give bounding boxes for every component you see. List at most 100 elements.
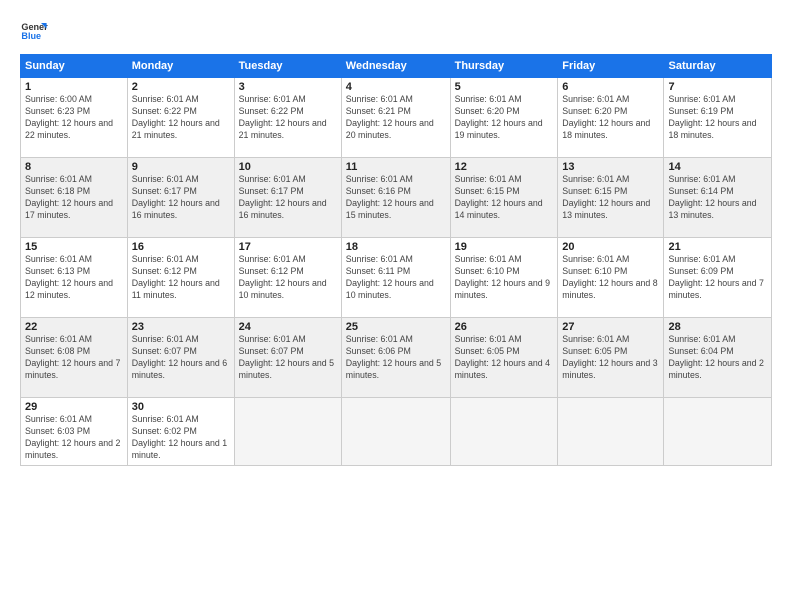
calendar-cell bbox=[341, 398, 450, 466]
day-number: 16 bbox=[132, 241, 230, 253]
calendar-week-row: 8Sunrise: 6:01 AMSunset: 6:18 PMDaylight… bbox=[21, 158, 772, 238]
day-info: Sunrise: 6:01 AMSunset: 6:11 PMDaylight:… bbox=[346, 254, 446, 302]
day-number: 5 bbox=[455, 81, 554, 93]
day-info: Sunrise: 6:01 AMSunset: 6:19 PMDaylight:… bbox=[668, 94, 767, 142]
day-number: 22 bbox=[25, 321, 123, 333]
day-info: Sunrise: 6:01 AMSunset: 6:17 PMDaylight:… bbox=[239, 174, 337, 222]
day-info: Sunrise: 6:01 AMSunset: 6:04 PMDaylight:… bbox=[668, 334, 767, 382]
day-info: Sunrise: 6:01 AMSunset: 6:21 PMDaylight:… bbox=[346, 94, 446, 142]
logo-icon: General Blue bbox=[20, 16, 48, 44]
day-number: 9 bbox=[132, 161, 230, 173]
calendar-cell: 30Sunrise: 6:01 AMSunset: 6:02 PMDayligh… bbox=[127, 398, 234, 466]
col-header-monday: Monday bbox=[127, 55, 234, 78]
day-number: 8 bbox=[25, 161, 123, 173]
calendar-cell: 26Sunrise: 6:01 AMSunset: 6:05 PMDayligh… bbox=[450, 318, 558, 398]
calendar-week-row: 15Sunrise: 6:01 AMSunset: 6:13 PMDayligh… bbox=[21, 238, 772, 318]
calendar-cell: 18Sunrise: 6:01 AMSunset: 6:11 PMDayligh… bbox=[341, 238, 450, 318]
day-info: Sunrise: 6:01 AMSunset: 6:08 PMDaylight:… bbox=[25, 334, 123, 382]
calendar-cell: 9Sunrise: 6:01 AMSunset: 6:17 PMDaylight… bbox=[127, 158, 234, 238]
day-number: 21 bbox=[668, 241, 767, 253]
calendar-cell: 8Sunrise: 6:01 AMSunset: 6:18 PMDaylight… bbox=[21, 158, 128, 238]
day-info: Sunrise: 6:01 AMSunset: 6:09 PMDaylight:… bbox=[668, 254, 767, 302]
calendar-cell bbox=[234, 398, 341, 466]
calendar-week-row: 29Sunrise: 6:01 AMSunset: 6:03 PMDayligh… bbox=[21, 398, 772, 466]
day-info: Sunrise: 6:01 AMSunset: 6:18 PMDaylight:… bbox=[25, 174, 123, 222]
calendar-cell: 15Sunrise: 6:01 AMSunset: 6:13 PMDayligh… bbox=[21, 238, 128, 318]
day-number: 18 bbox=[346, 241, 446, 253]
calendar-cell: 7Sunrise: 6:01 AMSunset: 6:19 PMDaylight… bbox=[664, 78, 772, 158]
day-number: 25 bbox=[346, 321, 446, 333]
day-info: Sunrise: 6:01 AMSunset: 6:05 PMDaylight:… bbox=[562, 334, 659, 382]
calendar-cell: 21Sunrise: 6:01 AMSunset: 6:09 PMDayligh… bbox=[664, 238, 772, 318]
calendar-cell bbox=[664, 398, 772, 466]
day-number: 11 bbox=[346, 161, 446, 173]
day-number: 2 bbox=[132, 81, 230, 93]
calendar-cell bbox=[558, 398, 664, 466]
day-info: Sunrise: 6:01 AMSunset: 6:22 PMDaylight:… bbox=[132, 94, 230, 142]
day-number: 13 bbox=[562, 161, 659, 173]
day-info: Sunrise: 6:01 AMSunset: 6:10 PMDaylight:… bbox=[455, 254, 554, 302]
calendar-cell: 28Sunrise: 6:01 AMSunset: 6:04 PMDayligh… bbox=[664, 318, 772, 398]
day-info: Sunrise: 6:01 AMSunset: 6:12 PMDaylight:… bbox=[132, 254, 230, 302]
day-info: Sunrise: 6:01 AMSunset: 6:16 PMDaylight:… bbox=[346, 174, 446, 222]
col-header-thursday: Thursday bbox=[450, 55, 558, 78]
col-header-wednesday: Wednesday bbox=[341, 55, 450, 78]
calendar-cell: 29Sunrise: 6:01 AMSunset: 6:03 PMDayligh… bbox=[21, 398, 128, 466]
col-header-tuesday: Tuesday bbox=[234, 55, 341, 78]
calendar-table: SundayMondayTuesdayWednesdayThursdayFrid… bbox=[20, 54, 772, 466]
day-number: 6 bbox=[562, 81, 659, 93]
day-number: 29 bbox=[25, 401, 123, 413]
day-info: Sunrise: 6:01 AMSunset: 6:03 PMDaylight:… bbox=[25, 414, 123, 462]
day-info: Sunrise: 6:01 AMSunset: 6:17 PMDaylight:… bbox=[132, 174, 230, 222]
svg-text:Blue: Blue bbox=[21, 31, 41, 41]
col-header-saturday: Saturday bbox=[664, 55, 772, 78]
calendar-cell: 12Sunrise: 6:01 AMSunset: 6:15 PMDayligh… bbox=[450, 158, 558, 238]
calendar-cell: 11Sunrise: 6:01 AMSunset: 6:16 PMDayligh… bbox=[341, 158, 450, 238]
day-number: 12 bbox=[455, 161, 554, 173]
day-info: Sunrise: 6:01 AMSunset: 6:14 PMDaylight:… bbox=[668, 174, 767, 222]
col-header-sunday: Sunday bbox=[21, 55, 128, 78]
calendar-cell: 3Sunrise: 6:01 AMSunset: 6:22 PMDaylight… bbox=[234, 78, 341, 158]
calendar-cell: 20Sunrise: 6:01 AMSunset: 6:10 PMDayligh… bbox=[558, 238, 664, 318]
calendar-cell: 13Sunrise: 6:01 AMSunset: 6:15 PMDayligh… bbox=[558, 158, 664, 238]
day-number: 4 bbox=[346, 81, 446, 93]
day-info: Sunrise: 6:01 AMSunset: 6:02 PMDaylight:… bbox=[132, 414, 230, 462]
calendar-cell: 4Sunrise: 6:01 AMSunset: 6:21 PMDaylight… bbox=[341, 78, 450, 158]
day-number: 17 bbox=[239, 241, 337, 253]
day-number: 1 bbox=[25, 81, 123, 93]
day-info: Sunrise: 6:01 AMSunset: 6:13 PMDaylight:… bbox=[25, 254, 123, 302]
day-number: 27 bbox=[562, 321, 659, 333]
calendar-cell: 2Sunrise: 6:01 AMSunset: 6:22 PMDaylight… bbox=[127, 78, 234, 158]
calendar-cell: 17Sunrise: 6:01 AMSunset: 6:12 PMDayligh… bbox=[234, 238, 341, 318]
day-info: Sunrise: 6:01 AMSunset: 6:20 PMDaylight:… bbox=[455, 94, 554, 142]
logo: General Blue bbox=[20, 16, 52, 44]
calendar-cell: 22Sunrise: 6:01 AMSunset: 6:08 PMDayligh… bbox=[21, 318, 128, 398]
calendar-cell: 27Sunrise: 6:01 AMSunset: 6:05 PMDayligh… bbox=[558, 318, 664, 398]
calendar-cell bbox=[450, 398, 558, 466]
day-info: Sunrise: 6:01 AMSunset: 6:12 PMDaylight:… bbox=[239, 254, 337, 302]
day-number: 24 bbox=[239, 321, 337, 333]
day-number: 30 bbox=[132, 401, 230, 413]
calendar-week-row: 1Sunrise: 6:00 AMSunset: 6:23 PMDaylight… bbox=[21, 78, 772, 158]
calendar-cell: 24Sunrise: 6:01 AMSunset: 6:07 PMDayligh… bbox=[234, 318, 341, 398]
calendar-week-row: 22Sunrise: 6:01 AMSunset: 6:08 PMDayligh… bbox=[21, 318, 772, 398]
day-number: 26 bbox=[455, 321, 554, 333]
page: General Blue SundayMondayTuesdayWednesda… bbox=[0, 0, 792, 612]
calendar-cell: 14Sunrise: 6:01 AMSunset: 6:14 PMDayligh… bbox=[664, 158, 772, 238]
day-info: Sunrise: 6:01 AMSunset: 6:15 PMDaylight:… bbox=[455, 174, 554, 222]
day-number: 28 bbox=[668, 321, 767, 333]
day-info: Sunrise: 6:01 AMSunset: 6:07 PMDaylight:… bbox=[239, 334, 337, 382]
day-number: 19 bbox=[455, 241, 554, 253]
calendar-cell: 16Sunrise: 6:01 AMSunset: 6:12 PMDayligh… bbox=[127, 238, 234, 318]
day-info: Sunrise: 6:01 AMSunset: 6:07 PMDaylight:… bbox=[132, 334, 230, 382]
calendar-cell: 19Sunrise: 6:01 AMSunset: 6:10 PMDayligh… bbox=[450, 238, 558, 318]
header: General Blue bbox=[20, 16, 772, 44]
day-info: Sunrise: 6:00 AMSunset: 6:23 PMDaylight:… bbox=[25, 94, 123, 142]
day-info: Sunrise: 6:01 AMSunset: 6:05 PMDaylight:… bbox=[455, 334, 554, 382]
day-info: Sunrise: 6:01 AMSunset: 6:20 PMDaylight:… bbox=[562, 94, 659, 142]
col-header-friday: Friday bbox=[558, 55, 664, 78]
day-info: Sunrise: 6:01 AMSunset: 6:15 PMDaylight:… bbox=[562, 174, 659, 222]
calendar-cell: 1Sunrise: 6:00 AMSunset: 6:23 PMDaylight… bbox=[21, 78, 128, 158]
day-number: 14 bbox=[668, 161, 767, 173]
day-number: 15 bbox=[25, 241, 123, 253]
